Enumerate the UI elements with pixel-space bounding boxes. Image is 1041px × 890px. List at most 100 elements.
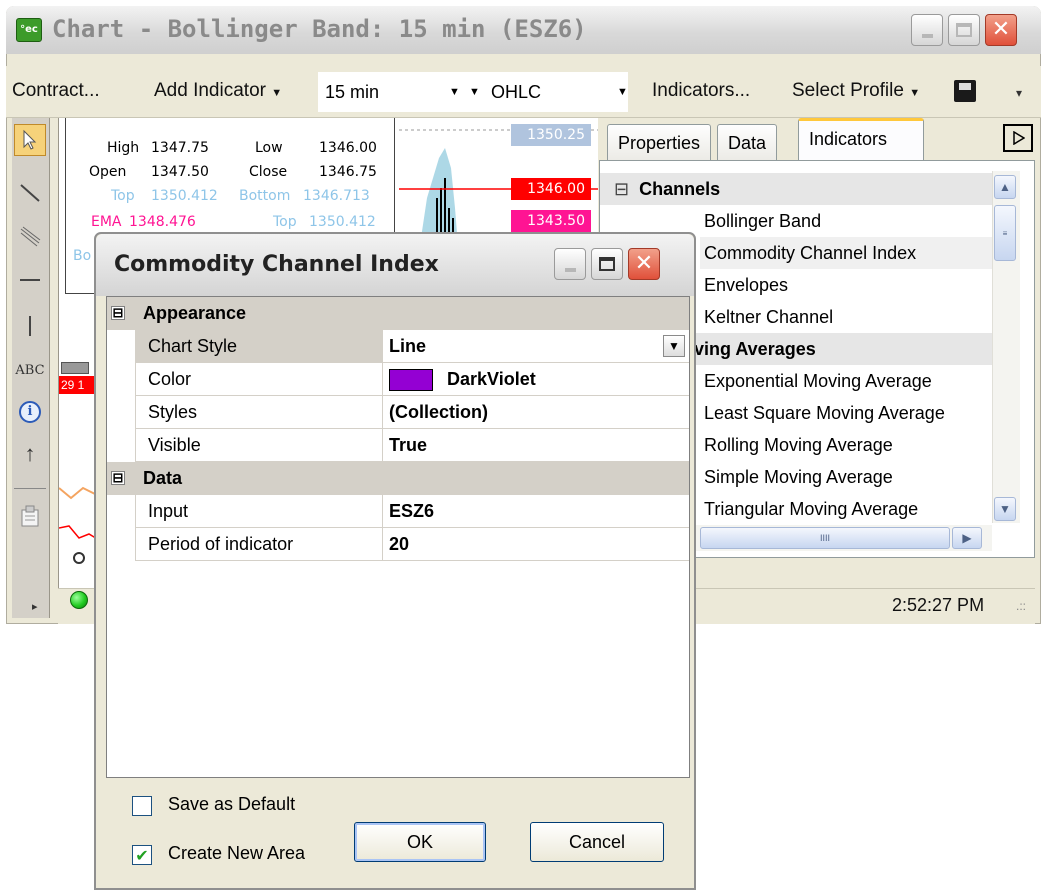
property-name: Color [135, 363, 383, 396]
chevron-down-icon: ▼ [668, 339, 680, 353]
scroll-right-button[interactable]: ▶ [952, 527, 982, 549]
grip-icon: IIII [819, 533, 830, 543]
bottom-label: Bottom [239, 188, 291, 204]
resize-grip-icon[interactable]: .:: [1016, 599, 1026, 613]
properties-icon[interactable] [14, 500, 46, 532]
property-row[interactable]: Color DarkViolet [107, 363, 689, 396]
expand-tools-icon[interactable]: ▸ [32, 600, 38, 613]
panel-toggle-button[interactable] [1003, 124, 1033, 152]
list-category[interactable]: ving Averages [690, 333, 992, 365]
list-item[interactable]: Simple Moving Average [704, 461, 893, 493]
dialog-close-button[interactable]: ✕ [628, 248, 660, 280]
create-new-area-checkbox[interactable]: ✔ [132, 845, 152, 865]
save-icon[interactable] [954, 80, 976, 102]
property-value: ESZ6 [383, 495, 689, 528]
property-name: Visible [135, 429, 383, 462]
property-value: 20 [383, 528, 689, 561]
maximize-icon [599, 257, 615, 271]
collapse-icon: ⊟ [614, 179, 630, 199]
info-icon[interactable]: i [14, 396, 46, 428]
arrow-up-icon[interactable]: ↑ [14, 438, 46, 470]
bottom-value: 1346.713 [303, 188, 370, 204]
dialog-title-bar[interactable]: Commodity Channel Index ✕ [96, 234, 694, 296]
high-value: 1347.75 [151, 140, 209, 156]
minimize-icon [921, 34, 933, 38]
play-icon [1013, 131, 1025, 145]
text-icon[interactable]: ABC [14, 354, 46, 386]
indicators-button[interactable]: Indicators... [652, 80, 750, 102]
list-item[interactable]: Exponential Moving Average [704, 365, 932, 397]
minimize-button[interactable] [911, 14, 943, 46]
h-scroll-thumb[interactable]: IIII [700, 527, 950, 549]
bottom-partial-label: Bo [73, 248, 92, 264]
indicator-tag: 29 1 [59, 376, 95, 394]
list-item[interactable]: Least Square Moving Average [704, 397, 945, 429]
tab-data[interactable]: Data [717, 124, 778, 160]
price-tag-top: 1350.25 [511, 124, 591, 146]
chart-type-select[interactable]: ▼ OHLC ▼ [468, 72, 628, 112]
ema-label: EMA [91, 214, 122, 230]
chart-style-dropdown[interactable]: ▼ [663, 335, 685, 357]
cursor-icon-graphic [23, 129, 37, 150]
line-icon[interactable] [14, 176, 46, 208]
checkmark-icon: ✔ [135, 845, 149, 865]
dialog-minimize-button[interactable] [554, 248, 586, 280]
list-item[interactable]: Triangular Moving Average [704, 493, 918, 525]
scroll-thumb[interactable]: ≡ [994, 205, 1016, 261]
top-value: 1350.412 [151, 188, 218, 204]
section-label: Appearance [143, 303, 247, 323]
minimize-icon [564, 268, 576, 272]
property-row[interactable]: Visible True [107, 429, 689, 462]
low-value: 1346.00 [319, 140, 377, 156]
close-icon: ✕ [634, 251, 654, 276]
list-item[interactable]: Envelopes [704, 269, 788, 301]
property-value: DarkViolet [447, 369, 536, 389]
tab-properties[interactable]: Properties [607, 124, 712, 160]
contract-button[interactable]: Contract... [12, 80, 100, 102]
property-row[interactable]: Chart Style Line ▼ [107, 330, 689, 363]
section-data[interactable]: ⊟ Data [107, 462, 689, 495]
collapse-icon[interactable]: ⊟ [111, 471, 125, 485]
list-category[interactable]: ⊟ Channels [600, 173, 992, 205]
interval-select[interactable]: 15 min ▼ [318, 72, 468, 112]
parallel-lines-icon[interactable] [14, 220, 46, 252]
maximize-button[interactable] [948, 14, 980, 46]
property-row[interactable]: Input ESZ6 [107, 495, 689, 528]
chevron-down-icon: ▼ [617, 86, 628, 98]
toolbar-overflow-icon[interactable]: ▾ [1016, 86, 1022, 100]
property-name: Period of indicator [135, 528, 383, 561]
ok-button[interactable]: OK [354, 822, 486, 862]
property-row[interactable]: Styles (Collection) [107, 396, 689, 429]
save-as-default-label: Save as Default [168, 794, 296, 814]
title-bar[interactable]: °ec Chart - Bollinger Band: 15 min (ESZ6… [6, 6, 1041, 54]
status-time: 2:52:27 PM [892, 595, 985, 615]
section-appearance[interactable]: ⊟ Appearance [107, 297, 689, 330]
scroll-down-button[interactable]: ▼ [994, 497, 1016, 521]
add-indicator-menu[interactable]: Add Indicator ▼ [154, 80, 282, 102]
list-item[interactable]: Commodity Channel Index [700, 237, 992, 269]
dialog-maximize-button[interactable] [591, 248, 623, 280]
cancel-button[interactable]: Cancel [530, 822, 664, 862]
tab-indicators[interactable]: Indicators [798, 118, 924, 160]
property-name: Chart Style [135, 330, 383, 363]
pane-controls-icon[interactable] [61, 362, 89, 374]
property-value-cell: DarkViolet [383, 363, 689, 396]
list-item[interactable]: Bollinger Band [704, 205, 821, 237]
price-tag-ema: 1343.50 [511, 210, 591, 232]
cursor-icon[interactable] [14, 124, 46, 156]
horizontal-line-icon[interactable] [14, 264, 46, 296]
chevron-down-icon: ▼ [999, 502, 1011, 516]
maximize-icon [956, 23, 972, 37]
save-as-default-checkbox[interactable] [132, 796, 152, 816]
list-item[interactable]: Keltner Channel [704, 301, 833, 333]
select-profile-menu[interactable]: Select Profile ▼ [792, 80, 920, 102]
high-label: High [107, 140, 140, 156]
low-label: Low [255, 140, 283, 156]
list-item[interactable]: Rolling Moving Average [704, 429, 893, 461]
scroll-up-button[interactable]: ▲ [994, 175, 1016, 199]
collapse-icon[interactable]: ⊟ [111, 306, 125, 320]
vertical-line-icon[interactable] [14, 310, 46, 342]
close-button[interactable]: ✕ [985, 14, 1017, 46]
property-row[interactable]: Period of indicator 20 [107, 528, 689, 561]
property-name: Styles [135, 396, 383, 429]
